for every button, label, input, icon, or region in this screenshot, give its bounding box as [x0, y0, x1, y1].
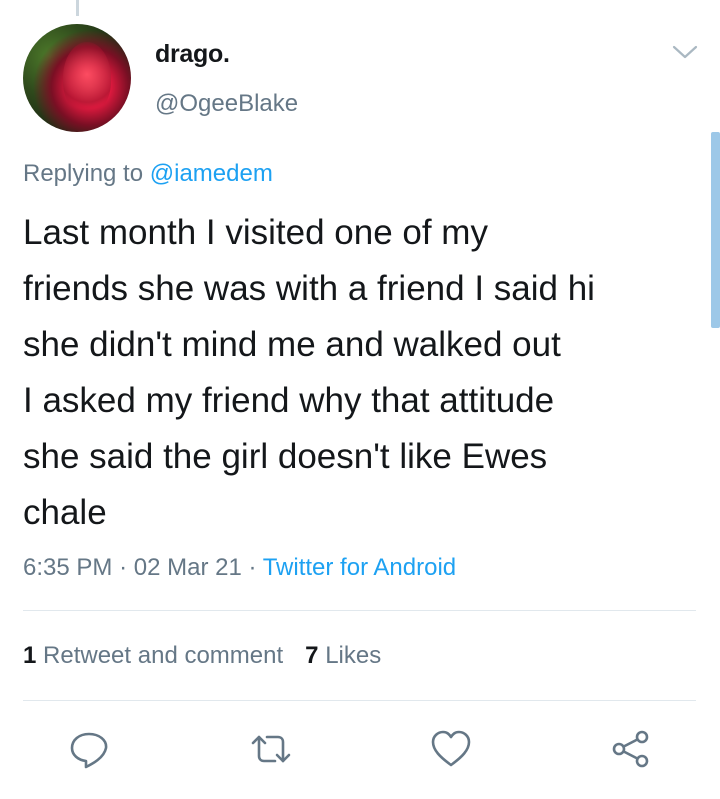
tweet-stats: 1 Retweet and comment 7 Likes: [23, 642, 381, 670]
divider: [23, 610, 696, 611]
chevron-down-icon[interactable]: [672, 44, 698, 60]
retweet-stat[interactable]: 1 Retweet and comment: [23, 642, 283, 669]
meta-separator: ·: [248, 554, 257, 581]
like-count: 7: [305, 642, 319, 669]
avatar[interactable]: [23, 24, 131, 132]
retweet-label: Retweet and comment: [43, 642, 284, 669]
tweet-text: Last month I visited one of my friends s…: [23, 213, 595, 532]
tweet-source-link[interactable]: Twitter for Android: [263, 554, 456, 581]
tweet-time: 6:35 PM: [23, 554, 113, 581]
user-handle[interactable]: @OgeeBlake: [155, 90, 298, 118]
like-label: Likes: [325, 642, 382, 669]
divider: [23, 700, 696, 701]
tweet-meta: 6:35 PM · 02 Mar 21 · Twitter for Androi…: [23, 554, 456, 582]
scrollbar[interactable]: [711, 132, 720, 328]
heart-icon[interactable]: [428, 726, 474, 772]
reply-icon[interactable]: [66, 726, 112, 772]
like-stat[interactable]: 7 Likes: [305, 642, 381, 669]
thread-connector-line: [76, 0, 79, 16]
meta-separator: ·: [119, 554, 128, 581]
tweet-date: 02 Mar 21: [133, 554, 242, 581]
display-name[interactable]: drago.: [155, 40, 230, 69]
mention-link[interactable]: @iamedem: [150, 160, 273, 187]
retweet-count: 1: [23, 642, 37, 669]
replying-to: Replying to @iamedem: [23, 160, 273, 188]
share-icon[interactable]: [608, 726, 654, 772]
retweet-icon[interactable]: [248, 726, 294, 772]
replying-prefix: Replying to: [23, 160, 144, 187]
